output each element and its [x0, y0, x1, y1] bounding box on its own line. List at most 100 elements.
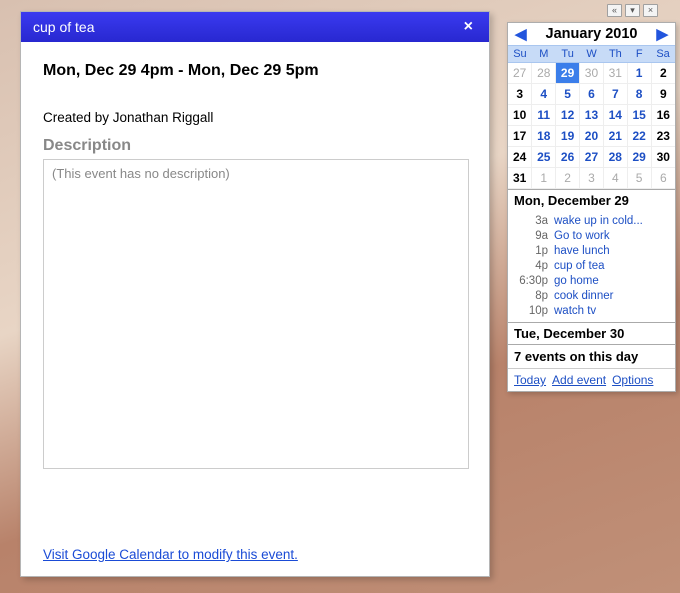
day-header-1: Mon, December 29: [508, 189, 675, 211]
calendar-day-cell[interactable]: 12: [556, 105, 580, 126]
event-time: 9a: [508, 230, 554, 242]
weekday-cell: Th: [603, 46, 627, 62]
visit-calendar-link[interactable]: Visit Google Calendar to modify this eve…: [43, 547, 298, 562]
calendar-day-cell[interactable]: 29: [627, 147, 651, 168]
calendar-day-cell[interactable]: 28: [603, 147, 627, 168]
calendar-gadget: ◀ January 2010 ▶ SuMTuWThFSa 27282930311…: [507, 22, 676, 392]
event-time: 8p: [508, 290, 554, 302]
calendar-day-cell[interactable]: 30: [651, 147, 675, 168]
event-title: cup of tea: [33, 12, 95, 42]
event-row[interactable]: 4pcup of tea: [508, 258, 675, 273]
calendar-day-cell[interactable]: 4: [603, 168, 627, 189]
calendar-day-cell[interactable]: 22: [627, 126, 651, 147]
event-time: 4p: [508, 260, 554, 272]
description-placeholder: (This event has no description): [52, 166, 230, 181]
options-link[interactable]: Options: [612, 373, 653, 387]
calendar-day-cell[interactable]: 15: [627, 105, 651, 126]
calendar-day-cell[interactable]: 3: [508, 84, 532, 105]
prev-month-icon[interactable]: ◀: [512, 25, 530, 43]
weekday-cell: Su: [508, 46, 532, 62]
calendar-day-cell[interactable]: 8: [627, 84, 651, 105]
event-row[interactable]: 10pwatch tv: [508, 303, 675, 318]
calendar-day-cell[interactable]: 24: [508, 147, 532, 168]
event-title[interactable]: have lunch: [554, 245, 671, 257]
weekday-cell: Tu: [556, 46, 580, 62]
calendar-day-cell[interactable]: 18: [532, 126, 556, 147]
weekday-cell: W: [580, 46, 604, 62]
event-time-range: Mon, Dec 29 4pm - Mon, Dec 29 5pm: [43, 62, 469, 80]
calendar-day-cell[interactable]: 5: [627, 168, 651, 189]
calendar-day-cell[interactable]: 7: [603, 84, 627, 105]
event-body: Mon, Dec 29 4pm - Mon, Dec 29 5pm Create…: [21, 42, 489, 481]
calendar-day-cell[interactable]: 4: [532, 84, 556, 105]
event-title[interactable]: watch tv: [554, 305, 671, 317]
event-title[interactable]: go home: [554, 275, 671, 287]
calendar-day-cell[interactable]: 13: [580, 105, 604, 126]
calendar-day-cell[interactable]: 31: [508, 168, 532, 189]
event-time: 3a: [508, 215, 554, 227]
gadget-close-icon[interactable]: ×: [643, 4, 658, 17]
event-row[interactable]: 6:30pgo home: [508, 273, 675, 288]
calendar-day-cell[interactable]: 14: [603, 105, 627, 126]
weekday-cell: Sa: [651, 46, 675, 62]
calendar-day-cell[interactable]: 10: [508, 105, 532, 126]
calendar-day-cell[interactable]: 30: [580, 63, 604, 84]
event-creator: Created by Jonathan Riggall: [43, 110, 469, 125]
today-link[interactable]: Today: [514, 373, 546, 387]
day-events-list: 3awake up in cold...9aGo to work1phave l…: [508, 211, 675, 322]
event-row[interactable]: 9aGo to work: [508, 228, 675, 243]
calendar-day-cell[interactable]: 31: [603, 63, 627, 84]
calendar-day-cell[interactable]: 1: [532, 168, 556, 189]
event-title[interactable]: Go to work: [554, 230, 671, 242]
event-row[interactable]: 8pcook dinner: [508, 288, 675, 303]
event-time: 1p: [508, 245, 554, 257]
event-detail-panel: cup of tea × Mon, Dec 29 4pm - Mon, Dec …: [20, 11, 490, 577]
calendar-day-cell[interactable]: 1: [627, 63, 651, 84]
calendar-footer: Today Add event Options: [508, 368, 675, 391]
calendar-day-cell[interactable]: 9: [651, 84, 675, 105]
add-event-link[interactable]: Add event: [552, 373, 606, 387]
gadget-prev-icon[interactable]: «: [607, 4, 622, 17]
description-box: (This event has no description): [43, 159, 469, 469]
calendar-header: ◀ January 2010 ▶: [508, 23, 675, 45]
calendar-day-cell[interactable]: 16: [651, 105, 675, 126]
calendar-day-cell[interactable]: 25: [532, 147, 556, 168]
calendar-day-cell[interactable]: 11: [532, 105, 556, 126]
event-row[interactable]: 3awake up in cold...: [508, 213, 675, 228]
day-summary: 7 events on this day: [508, 344, 675, 368]
calendar-day-cell[interactable]: 28: [532, 63, 556, 84]
description-label: Description: [43, 137, 469, 155]
calendar-day-cell[interactable]: 19: [556, 126, 580, 147]
calendar-day-cell[interactable]: 29: [556, 63, 580, 84]
weekday-cell: F: [627, 46, 651, 62]
calendar-day-cell[interactable]: 2: [651, 63, 675, 84]
close-icon[interactable]: ×: [460, 12, 477, 42]
event-time: 6:30p: [508, 275, 554, 287]
event-title[interactable]: cook dinner: [554, 290, 671, 302]
calendar-day-cell[interactable]: 17: [508, 126, 532, 147]
calendar-day-cell[interactable]: 6: [580, 84, 604, 105]
calendar-day-cell[interactable]: 6: [651, 168, 675, 189]
calendar-grid: 2728293031123456789101112131415161718192…: [508, 63, 675, 189]
calendar-day-cell[interactable]: 2: [556, 168, 580, 189]
calendar-day-cell[interactable]: 20: [580, 126, 604, 147]
gadget-toolbar: « ▾ ×: [607, 4, 658, 17]
event-footer: Visit Google Calendar to modify this eve…: [43, 547, 298, 562]
event-row[interactable]: 1phave lunch: [508, 243, 675, 258]
month-label: January 2010: [546, 26, 638, 42]
calendar-day-cell[interactable]: 21: [603, 126, 627, 147]
calendar-day-cell[interactable]: 27: [580, 147, 604, 168]
calendar-day-cell[interactable]: 5: [556, 84, 580, 105]
weekday-cell: M: [532, 46, 556, 62]
calendar-day-cell[interactable]: 23: [651, 126, 675, 147]
weekday-row: SuMTuWThFSa: [508, 45, 675, 63]
gadget-more-icon[interactable]: ▾: [625, 4, 640, 17]
calendar-day-cell[interactable]: 27: [508, 63, 532, 84]
event-time: 10p: [508, 305, 554, 317]
day-header-2: Tue, December 30: [508, 322, 675, 344]
calendar-day-cell[interactable]: 26: [556, 147, 580, 168]
calendar-day-cell[interactable]: 3: [580, 168, 604, 189]
event-title[interactable]: cup of tea: [554, 260, 671, 272]
event-title[interactable]: wake up in cold...: [554, 215, 671, 227]
next-month-icon[interactable]: ▶: [653, 25, 671, 43]
